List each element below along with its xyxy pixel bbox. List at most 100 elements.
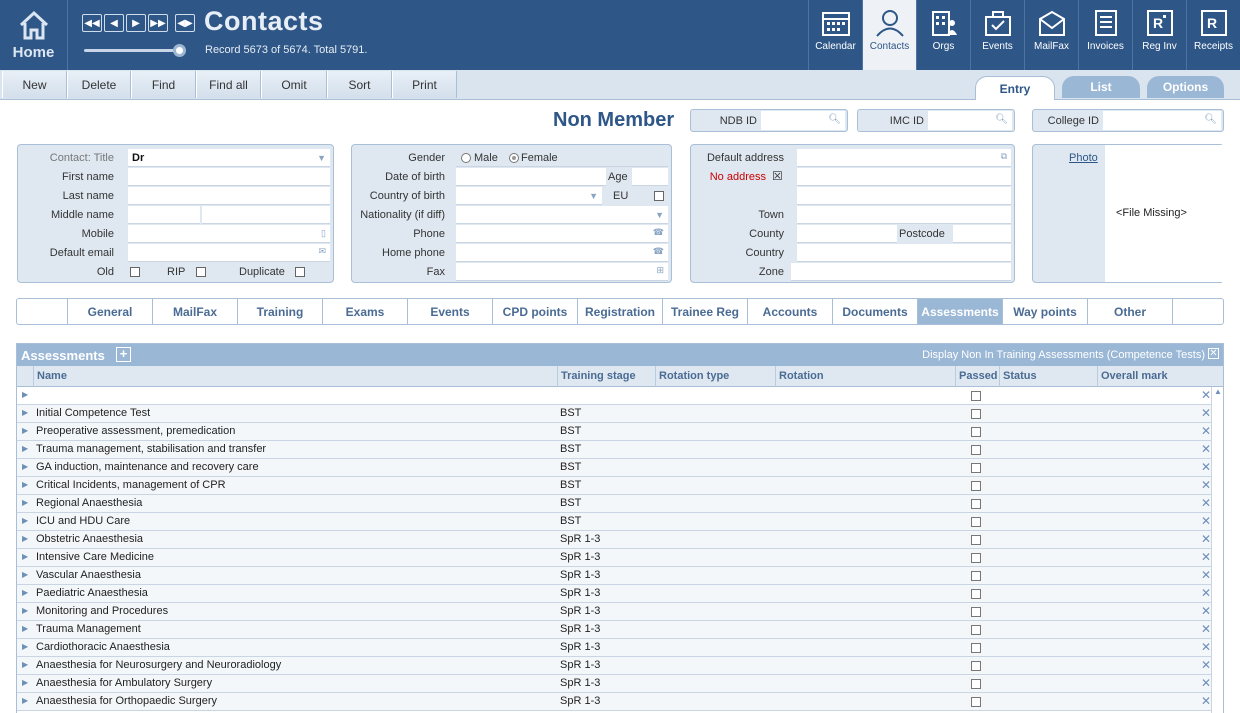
- rip-checkbox[interactable]: [196, 267, 206, 277]
- delete-row-icon[interactable]: ✕: [1201, 676, 1211, 690]
- module-mailfax[interactable]: MailFax: [1024, 0, 1078, 70]
- row-arrow-icon[interactable]: ▶: [22, 696, 28, 705]
- eu-checkbox[interactable]: [654, 191, 664, 201]
- search-icon[interactable]: 🔍︎: [1204, 114, 1217, 125]
- table-row[interactable]: ▶ Anaesthesia for Neurosurgery and Neuror…: [17, 657, 1223, 675]
- omit-button[interactable]: Omit: [261, 71, 327, 98]
- tab-other[interactable]: Other: [1088, 299, 1173, 324]
- table-row[interactable]: ▶ Anaesthesia for Orthopaedic Surgery SpR …: [17, 693, 1223, 711]
- tab-cpd-points[interactable]: CPD points: [493, 299, 578, 324]
- table-row[interactable]: ▶ Intensive Care Medicine SpR 1-3 ✕: [17, 549, 1223, 567]
- tab-options[interactable]: Options: [1147, 76, 1224, 98]
- row-arrow-icon[interactable]: ▶: [22, 678, 28, 687]
- delete-row-icon[interactable]: ✕: [1201, 550, 1211, 564]
- tab-entry[interactable]: Entry: [975, 76, 1055, 100]
- tab-mailfax[interactable]: MailFax: [153, 299, 238, 324]
- module-orgs[interactable]: Orgs: [916, 0, 970, 70]
- table-row[interactable]: ▶ Trauma Management SpR 1-3 ✕: [17, 621, 1223, 639]
- passed-checkbox[interactable]: [971, 697, 981, 707]
- postcode-input[interactable]: [953, 225, 1011, 243]
- college-id-input[interactable]: 🔍︎: [1103, 111, 1221, 130]
- delete-button[interactable]: Delete: [67, 71, 131, 98]
- address-line-1[interactable]: [797, 168, 1011, 186]
- delete-row-icon[interactable]: ✕: [1201, 640, 1211, 654]
- zone-input[interactable]: [791, 263, 1011, 281]
- table-row[interactable]: ▶ Cardiothoracic Anaesthesia SpR 1-3 ✕: [17, 639, 1223, 657]
- delete-row-icon[interactable]: ✕: [1201, 532, 1211, 546]
- delete-row-icon[interactable]: ✕: [1201, 406, 1211, 420]
- old-checkbox[interactable]: [130, 267, 140, 277]
- delete-row-icon[interactable]: ✕: [1201, 496, 1211, 510]
- tab-general[interactable]: General: [68, 299, 153, 324]
- row-arrow-icon[interactable]: ▶: [22, 570, 28, 579]
- delete-row-icon[interactable]: ✕: [1201, 586, 1211, 600]
- delete-row-icon[interactable]: ✕: [1201, 694, 1211, 708]
- search-icon[interactable]: 🔍︎: [828, 114, 841, 125]
- passed-checkbox[interactable]: [971, 535, 981, 545]
- town-input[interactable]: [797, 206, 1011, 224]
- passed-checkbox[interactable]: [971, 517, 981, 527]
- delete-row-icon[interactable]: ✕: [1201, 514, 1211, 528]
- mobile-input[interactable]: ▯: [128, 225, 330, 243]
- country-of-birth-select[interactable]: ▼: [456, 187, 602, 205]
- middle-name-input[interactable]: [128, 206, 200, 224]
- home-phone-input[interactable]: ☎: [456, 244, 668, 262]
- last-name-input[interactable]: [128, 187, 330, 205]
- address-line-2[interactable]: [797, 187, 1011, 205]
- female-radio[interactable]: [509, 153, 519, 163]
- row-arrow-icon[interactable]: ▶: [22, 408, 28, 417]
- tab-training[interactable]: Training: [238, 299, 323, 324]
- passed-checkbox[interactable]: [971, 481, 981, 491]
- tab-way-points[interactable]: Way points: [1003, 299, 1088, 324]
- row-arrow-icon[interactable]: ▶: [22, 498, 28, 507]
- module-invoices[interactable]: Invoices: [1078, 0, 1132, 70]
- col-training-stage[interactable]: Training stage: [557, 366, 655, 387]
- row-arrow-icon[interactable]: ▶: [22, 480, 28, 489]
- tab-events[interactable]: Events: [408, 299, 493, 324]
- row-arrow-icon[interactable]: ▶: [22, 516, 28, 525]
- row-arrow-icon[interactable]: ▶: [22, 462, 28, 471]
- col-name[interactable]: Name: [33, 366, 557, 387]
- ndb-id-input[interactable]: 🔍︎: [761, 111, 845, 130]
- no-address-checkbox[interactable]: ☒: [772, 169, 783, 183]
- delete-row-icon[interactable]: ✕: [1201, 622, 1211, 636]
- module-reg-inv[interactable]: R Reg Inv: [1132, 0, 1186, 70]
- row-arrow-icon[interactable]: ▶: [22, 390, 28, 399]
- county-input[interactable]: [797, 225, 897, 243]
- table-row[interactable]: ▶ Preoperative assessment, premedication B…: [17, 423, 1223, 441]
- imc-id-input[interactable]: 🔍︎: [928, 111, 1012, 130]
- search-icon[interactable]: 🔍︎: [995, 114, 1008, 125]
- col-overall-mark[interactable]: Overall mark: [1097, 366, 1195, 387]
- table-row[interactable]: ▶ Regional Anaesthesia BST ✕: [17, 495, 1223, 513]
- module-receipts[interactable]: R Receipts: [1186, 0, 1240, 70]
- copy-icon[interactable]: ⧉: [1001, 151, 1007, 162]
- mobile-phone-icon[interactable]: ▯: [321, 228, 326, 239]
- dob-input[interactable]: [456, 168, 606, 186]
- passed-checkbox[interactable]: [971, 589, 981, 599]
- passed-checkbox[interactable]: [971, 553, 981, 563]
- nationality-select[interactable]: ▼: [456, 206, 668, 224]
- delete-row-icon[interactable]: ✕: [1201, 442, 1211, 456]
- find-button[interactable]: Find: [131, 71, 196, 98]
- table-row[interactable]: ▶ Monitoring and Procedures SpR 1-3 ✕: [17, 603, 1223, 621]
- next-record-button[interactable]: ▶: [126, 14, 146, 32]
- passed-checkbox[interactable]: [971, 643, 981, 653]
- delete-row-icon[interactable]: ✕: [1201, 568, 1211, 582]
- photo-container[interactable]: <File Missing>: [1105, 145, 1224, 282]
- record-slider[interactable]: [84, 44, 186, 57]
- first-name-input[interactable]: [128, 168, 330, 186]
- default-address-select[interactable]: ⧉: [797, 149, 1011, 167]
- col-rotation-type[interactable]: Rotation type: [655, 366, 775, 387]
- row-arrow-icon[interactable]: ▶: [22, 552, 28, 561]
- passed-checkbox[interactable]: [971, 571, 981, 581]
- tab-documents[interactable]: Documents: [833, 299, 918, 324]
- print-button[interactable]: Print: [392, 71, 457, 98]
- tab-exams[interactable]: Exams: [323, 299, 408, 324]
- tab-trainee-reg[interactable]: Trainee Reg: [663, 299, 748, 324]
- middle-name-extra-input[interactable]: [202, 206, 330, 224]
- prev-record-button[interactable]: ◀: [104, 14, 124, 32]
- title-select[interactable]: Dr ▼: [128, 149, 330, 167]
- row-arrow-icon[interactable]: ▶: [22, 426, 28, 435]
- delete-row-icon[interactable]: ✕: [1201, 460, 1211, 474]
- module-events[interactable]: Events: [970, 0, 1024, 70]
